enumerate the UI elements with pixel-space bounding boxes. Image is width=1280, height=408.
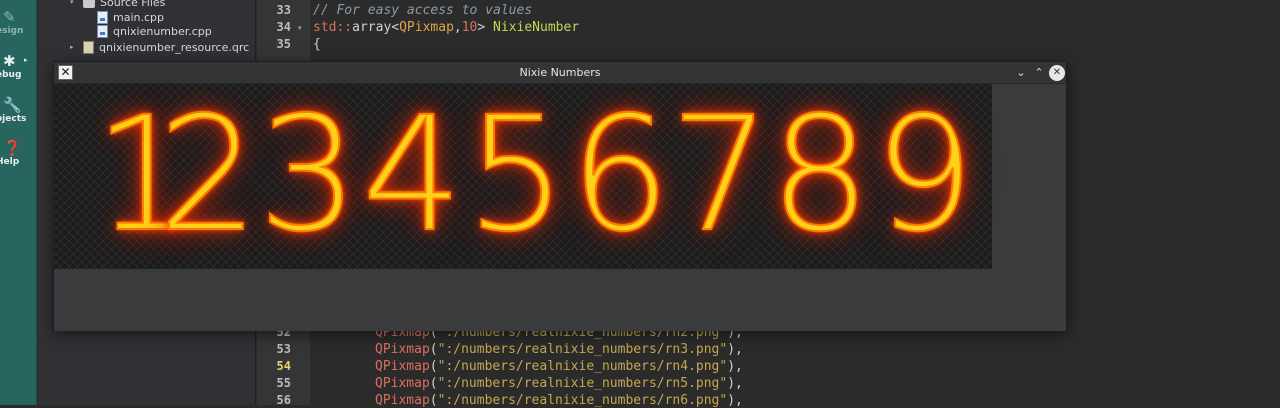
line-number: 34 [276,20,291,34]
line-number-current: 54 [276,359,291,373]
expand-arrow-icon: ▸ [24,56,28,64]
code-line: QPixmap(":/numbers/realnixie_numbers/rn4… [375,359,743,374]
tree-item-resource[interactable]: ▸ qnixienumber_resource.qrc [70,39,249,55]
nixie-digit: 1 [93,83,196,267]
mode-projects[interactable]: 🔧 ojects [0,96,37,125]
fold-arrow-icon[interactable]: ▾ [298,24,302,32]
nixie-digits: 1 2 3 4 5 6 7 8 9 [93,83,976,267]
nixie-digit: 4 [361,83,464,267]
tree-item-qnixienumber-cpp[interactable]: qnixienumber.cpp [97,23,212,39]
minimize-button[interactable]: ⌄ [1013,65,1029,81]
code-line: QPixmap(":/numbers/realnixie_numbers/rn3… [375,342,743,357]
line-number: 33 [276,3,291,17]
nixie-digit: 6 [569,83,672,267]
help-icon: ❓ [3,139,22,157]
nixie-display: 1 2 3 4 5 6 7 8 9 [54,84,992,269]
window-titlebar[interactable]: ✕ Nixie Numbers ⌄ ⌃ ✕ [54,62,1066,84]
bug-icon: ✱ [3,52,16,70]
cpp-file-icon [97,10,108,24]
code-line: { [313,37,321,52]
nixie-window: ✕ Nixie Numbers ⌄ ⌃ ✕ 1 2 3 4 5 6 7 8 9 [53,61,1067,331]
folder-icon [83,0,95,8]
code-line: QPixmap(":/numbers/realnixie_numbers/rn5… [375,376,743,391]
nixie-digit: 8 [769,83,872,267]
wrench-icon: 🔧 [3,96,22,114]
close-button[interactable]: ✕ [1049,65,1065,81]
expand-arrow-icon[interactable]: ▸ [70,43,78,51]
line-number: 35 [276,37,291,51]
nixie-digit: 5 [465,83,568,267]
mode-help[interactable]: ❓ Help [0,139,37,168]
mode-design[interactable]: ✎ esign [0,8,37,37]
nixie-digit: 3 [257,83,360,267]
mode-debug[interactable]: ✱ ▸ ebug [0,52,37,81]
pencil-icon: ✎ [3,8,16,26]
mode-sidebar: ✎ esign ✱ ▸ ebug 🔧 ojects ❓ Help [0,0,37,405]
line-number: 55 [276,376,291,390]
code-line: // For easy access to values [313,3,533,18]
cpp-file-icon [97,24,108,38]
code-line: std::array<QPixmap,10> NixieNumber [313,20,580,35]
nixie-digit: 9 [873,83,976,267]
code-line: QPixmap(":/numbers/realnixie_numbers/rn6… [375,393,743,408]
resource-file-icon [83,40,94,54]
window-empty-area [54,269,1066,331]
window-title: Nixie Numbers [519,66,601,79]
nixie-digit: 7 [669,83,772,267]
nixie-digit: 2 [157,83,260,267]
maximize-button[interactable]: ⌃ [1031,65,1047,81]
line-number: 53 [276,342,291,356]
collapse-arrow-icon[interactable]: ▾ [70,0,78,6]
